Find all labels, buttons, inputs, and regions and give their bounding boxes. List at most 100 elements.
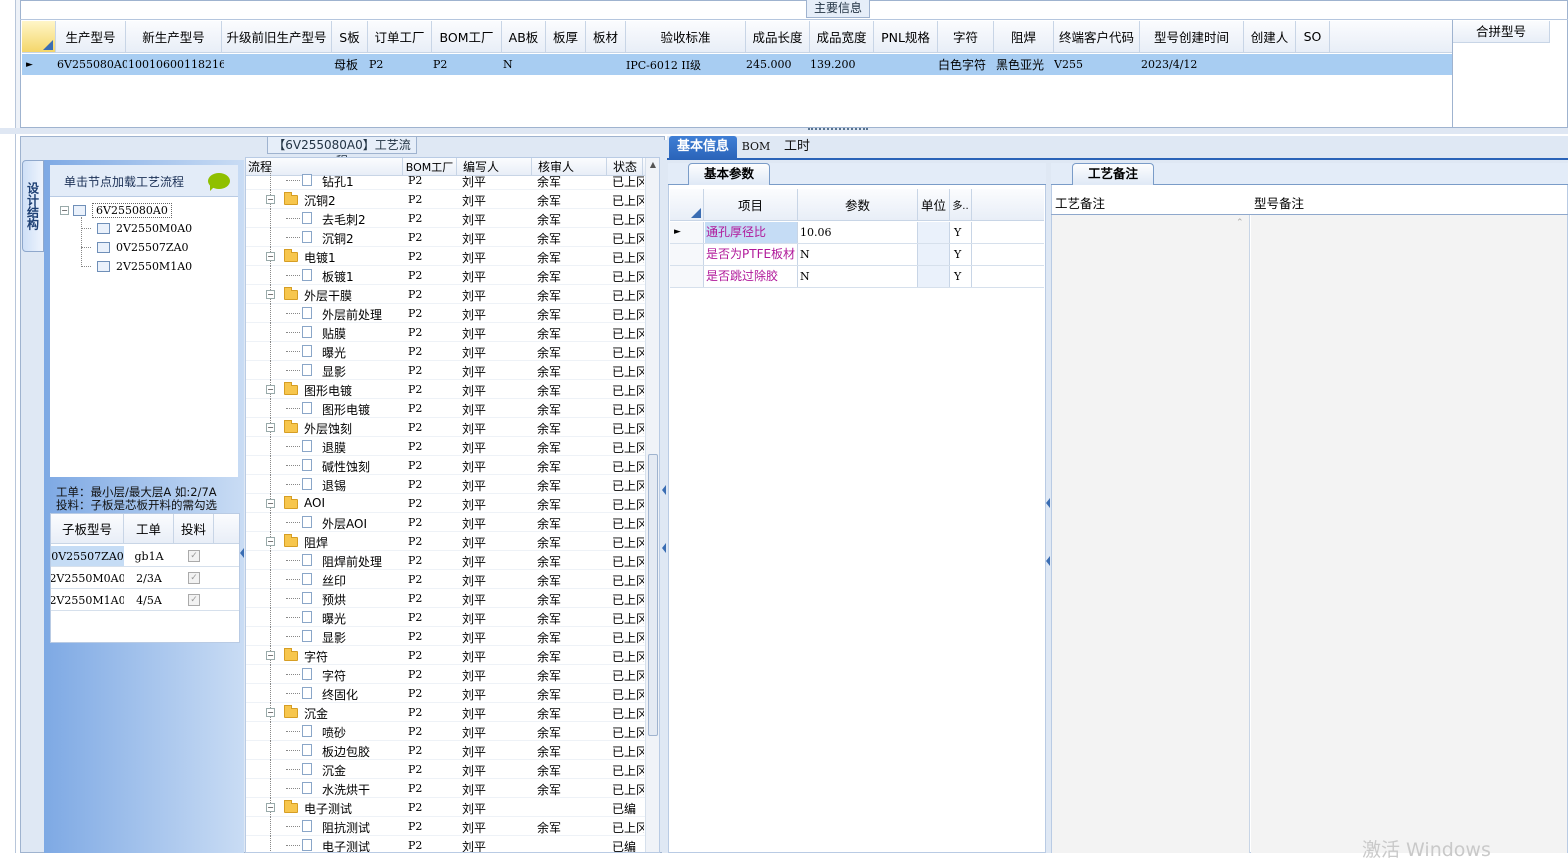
- flow-name[interactable]: 曝光: [322, 344, 346, 361]
- flow-reviewer[interactable]: 余军: [537, 287, 561, 304]
- flow-row[interactable]: 丝印 P2 刘平 余军 已上冈: [246, 570, 646, 589]
- cell-creator[interactable]: [1244, 54, 1296, 75]
- flow-writer[interactable]: 刘平: [462, 173, 486, 190]
- flow-name[interactable]: 图形电镀: [322, 401, 370, 418]
- flow-bom-factory[interactable]: P2: [408, 440, 422, 453]
- flow-row[interactable]: 终固化 P2 刘平 余军 已上冈: [246, 684, 646, 703]
- header-production-model[interactable]: 生产型号: [56, 21, 126, 52]
- flow-row[interactable]: 外层前处理 P2 刘平 余军 已上冈: [246, 304, 646, 323]
- flow-reviewer[interactable]: 余军: [537, 420, 561, 437]
- flow-writer[interactable]: 刘平: [462, 230, 486, 247]
- tree-child-node[interactable]: 2V2550M0A0: [81, 221, 192, 235]
- params-row[interactable]: ► 通孔厚径比 10.06 Y: [670, 222, 1044, 244]
- flow-status[interactable]: 已上冈: [612, 534, 644, 551]
- flow-status[interactable]: 已上冈: [612, 667, 644, 684]
- flow-status[interactable]: 已上冈: [612, 382, 644, 399]
- flow-reviewer[interactable]: 余军: [537, 325, 561, 342]
- cell-work-order[interactable]: gb1A: [124, 546, 174, 566]
- cell-so[interactable]: [1296, 54, 1330, 75]
- flow-reviewer[interactable]: 余军: [537, 230, 561, 247]
- flow-name[interactable]: 贴膜: [322, 325, 346, 342]
- flow-writer[interactable]: 刘平: [462, 591, 486, 608]
- cell-thickness[interactable]: [546, 54, 586, 75]
- flow-reviewer[interactable]: 余军: [537, 781, 561, 798]
- tree-collapse-icon[interactable]: −: [266, 651, 275, 660]
- basic-params-tab[interactable]: 基本参数: [688, 163, 770, 185]
- flow-name[interactable]: 钻孔1: [322, 173, 354, 190]
- flow-row[interactable]: − 外层干膜 P2 刘平 余军 已上冈: [246, 285, 646, 304]
- flow-writer[interactable]: 刘平: [462, 306, 486, 323]
- remark-scroll-up-icon[interactable]: ⌃: [1236, 218, 1244, 228]
- flow-name[interactable]: 电镀1: [304, 249, 336, 266]
- flow-bom-factory[interactable]: P2: [408, 193, 422, 206]
- flow-writer[interactable]: 刘平: [462, 534, 486, 551]
- flow-name[interactable]: 阻抗测试: [322, 819, 370, 836]
- flow-writer[interactable]: 刘平: [462, 553, 486, 570]
- flow-name[interactable]: 外层AOI: [322, 515, 367, 532]
- grid-corner[interactable]: [22, 21, 56, 52]
- flow-writer[interactable]: 刘平: [462, 781, 486, 798]
- flow-reviewer[interactable]: 余军: [537, 344, 561, 361]
- header-feeding[interactable]: 投料: [174, 514, 214, 543]
- flow-bom-factory[interactable]: P2: [408, 839, 422, 852]
- flow-bom-factory[interactable]: P2: [408, 782, 422, 795]
- flow-row[interactable]: 图形电镀 P2 刘平 余军 已上冈: [246, 399, 646, 418]
- flow-bom-factory[interactable]: P2: [408, 820, 422, 833]
- flow-name[interactable]: 显影: [322, 363, 346, 380]
- flow-writer[interactable]: 刘平: [462, 458, 486, 475]
- flow-writer[interactable]: 刘平: [462, 762, 486, 779]
- flow-status[interactable]: 已上冈: [612, 477, 644, 494]
- flow-reviewer[interactable]: 余军: [537, 173, 561, 190]
- flow-row[interactable]: − 电子测试 P2 刘平 已编: [246, 798, 646, 817]
- tab-basic-info[interactable]: 基本信息: [669, 136, 737, 160]
- flow-name[interactable]: 退膜: [322, 439, 346, 456]
- tree-collapse-icon[interactable]: −: [266, 385, 275, 394]
- tree-child-node[interactable]: 0V25507ZA0: [81, 240, 189, 254]
- flow-status[interactable]: 已上冈: [612, 496, 644, 513]
- sub-board-row[interactable]: 0V25507ZA0 gb1A ✓: [51, 546, 239, 567]
- flow-writer[interactable]: 刘平: [462, 211, 486, 228]
- tree-collapse-icon[interactable]: −: [266, 499, 275, 508]
- flow-row[interactable]: 板边包胶 P2 刘平 余军 已上冈: [246, 741, 646, 760]
- flow-bom-factory[interactable]: P2: [408, 345, 422, 358]
- splitter-arrow-icon[interactable]: [1046, 556, 1050, 566]
- flow-row[interactable]: 去毛刺2 P2 刘平 余军 已上冈: [246, 209, 646, 228]
- tree-collapse-icon[interactable]: −: [266, 803, 275, 812]
- flow-row[interactable]: 电子测试 P2 刘平 已编: [246, 836, 646, 852]
- scroll-thumb[interactable]: [648, 454, 658, 736]
- flow-bom-factory[interactable]: P2: [408, 516, 422, 529]
- param-flag[interactable]: Y: [951, 266, 972, 287]
- flow-name[interactable]: 阻焊: [304, 534, 328, 551]
- flow-status[interactable]: 已上冈: [612, 230, 644, 247]
- flow-status[interactable]: 已上冈: [612, 762, 644, 779]
- flow-reviewer[interactable]: 余军: [537, 667, 561, 684]
- params-row[interactable]: 是否跳过除胶 N Y: [670, 266, 1044, 288]
- flow-status[interactable]: 已上冈: [612, 458, 644, 475]
- flow-name[interactable]: 板边包胶: [322, 743, 370, 760]
- flow-reviewer[interactable]: 余军: [537, 477, 561, 494]
- flow-reviewer[interactable]: 余军: [537, 572, 561, 589]
- header-pnl-spec[interactable]: PNL规格: [874, 21, 938, 52]
- flow-writer[interactable]: 刘平: [462, 648, 486, 665]
- header-bom-factory[interactable]: BOM工厂: [432, 21, 502, 52]
- flow-row[interactable]: 预烘 P2 刘平 余军 已上冈: [246, 589, 646, 608]
- flow-bom-factory[interactable]: P2: [408, 383, 422, 396]
- flow-writer[interactable]: 刘平: [462, 420, 486, 437]
- flow-status[interactable]: 已上冈: [612, 401, 644, 418]
- flow-reviewer[interactable]: 余军: [537, 762, 561, 779]
- flow-row[interactable]: 钻孔1 P2 刘平 余军 已上冈: [246, 171, 646, 190]
- flow-name[interactable]: 图形电镀: [304, 382, 352, 399]
- flow-status[interactable]: 已上冈: [612, 553, 644, 570]
- flow-name[interactable]: 阻焊前处理: [322, 553, 382, 570]
- flow-status[interactable]: 已上冈: [612, 743, 644, 760]
- flow-reviewer[interactable]: 余军: [537, 724, 561, 741]
- param-value[interactable]: N: [800, 244, 918, 265]
- header-work-order[interactable]: 工单: [124, 514, 174, 543]
- flow-writer[interactable]: 刘平: [462, 287, 486, 304]
- flow-bom-factory[interactable]: P2: [408, 307, 422, 320]
- flow-status[interactable]: 已上冈: [612, 591, 644, 608]
- cell-sub-model[interactable]: 0V25507ZA0: [51, 546, 124, 566]
- flow-writer[interactable]: 刘平: [462, 838, 486, 852]
- tree-collapse-icon[interactable]: −: [266, 537, 275, 546]
- flow-status[interactable]: 已上冈: [612, 287, 644, 304]
